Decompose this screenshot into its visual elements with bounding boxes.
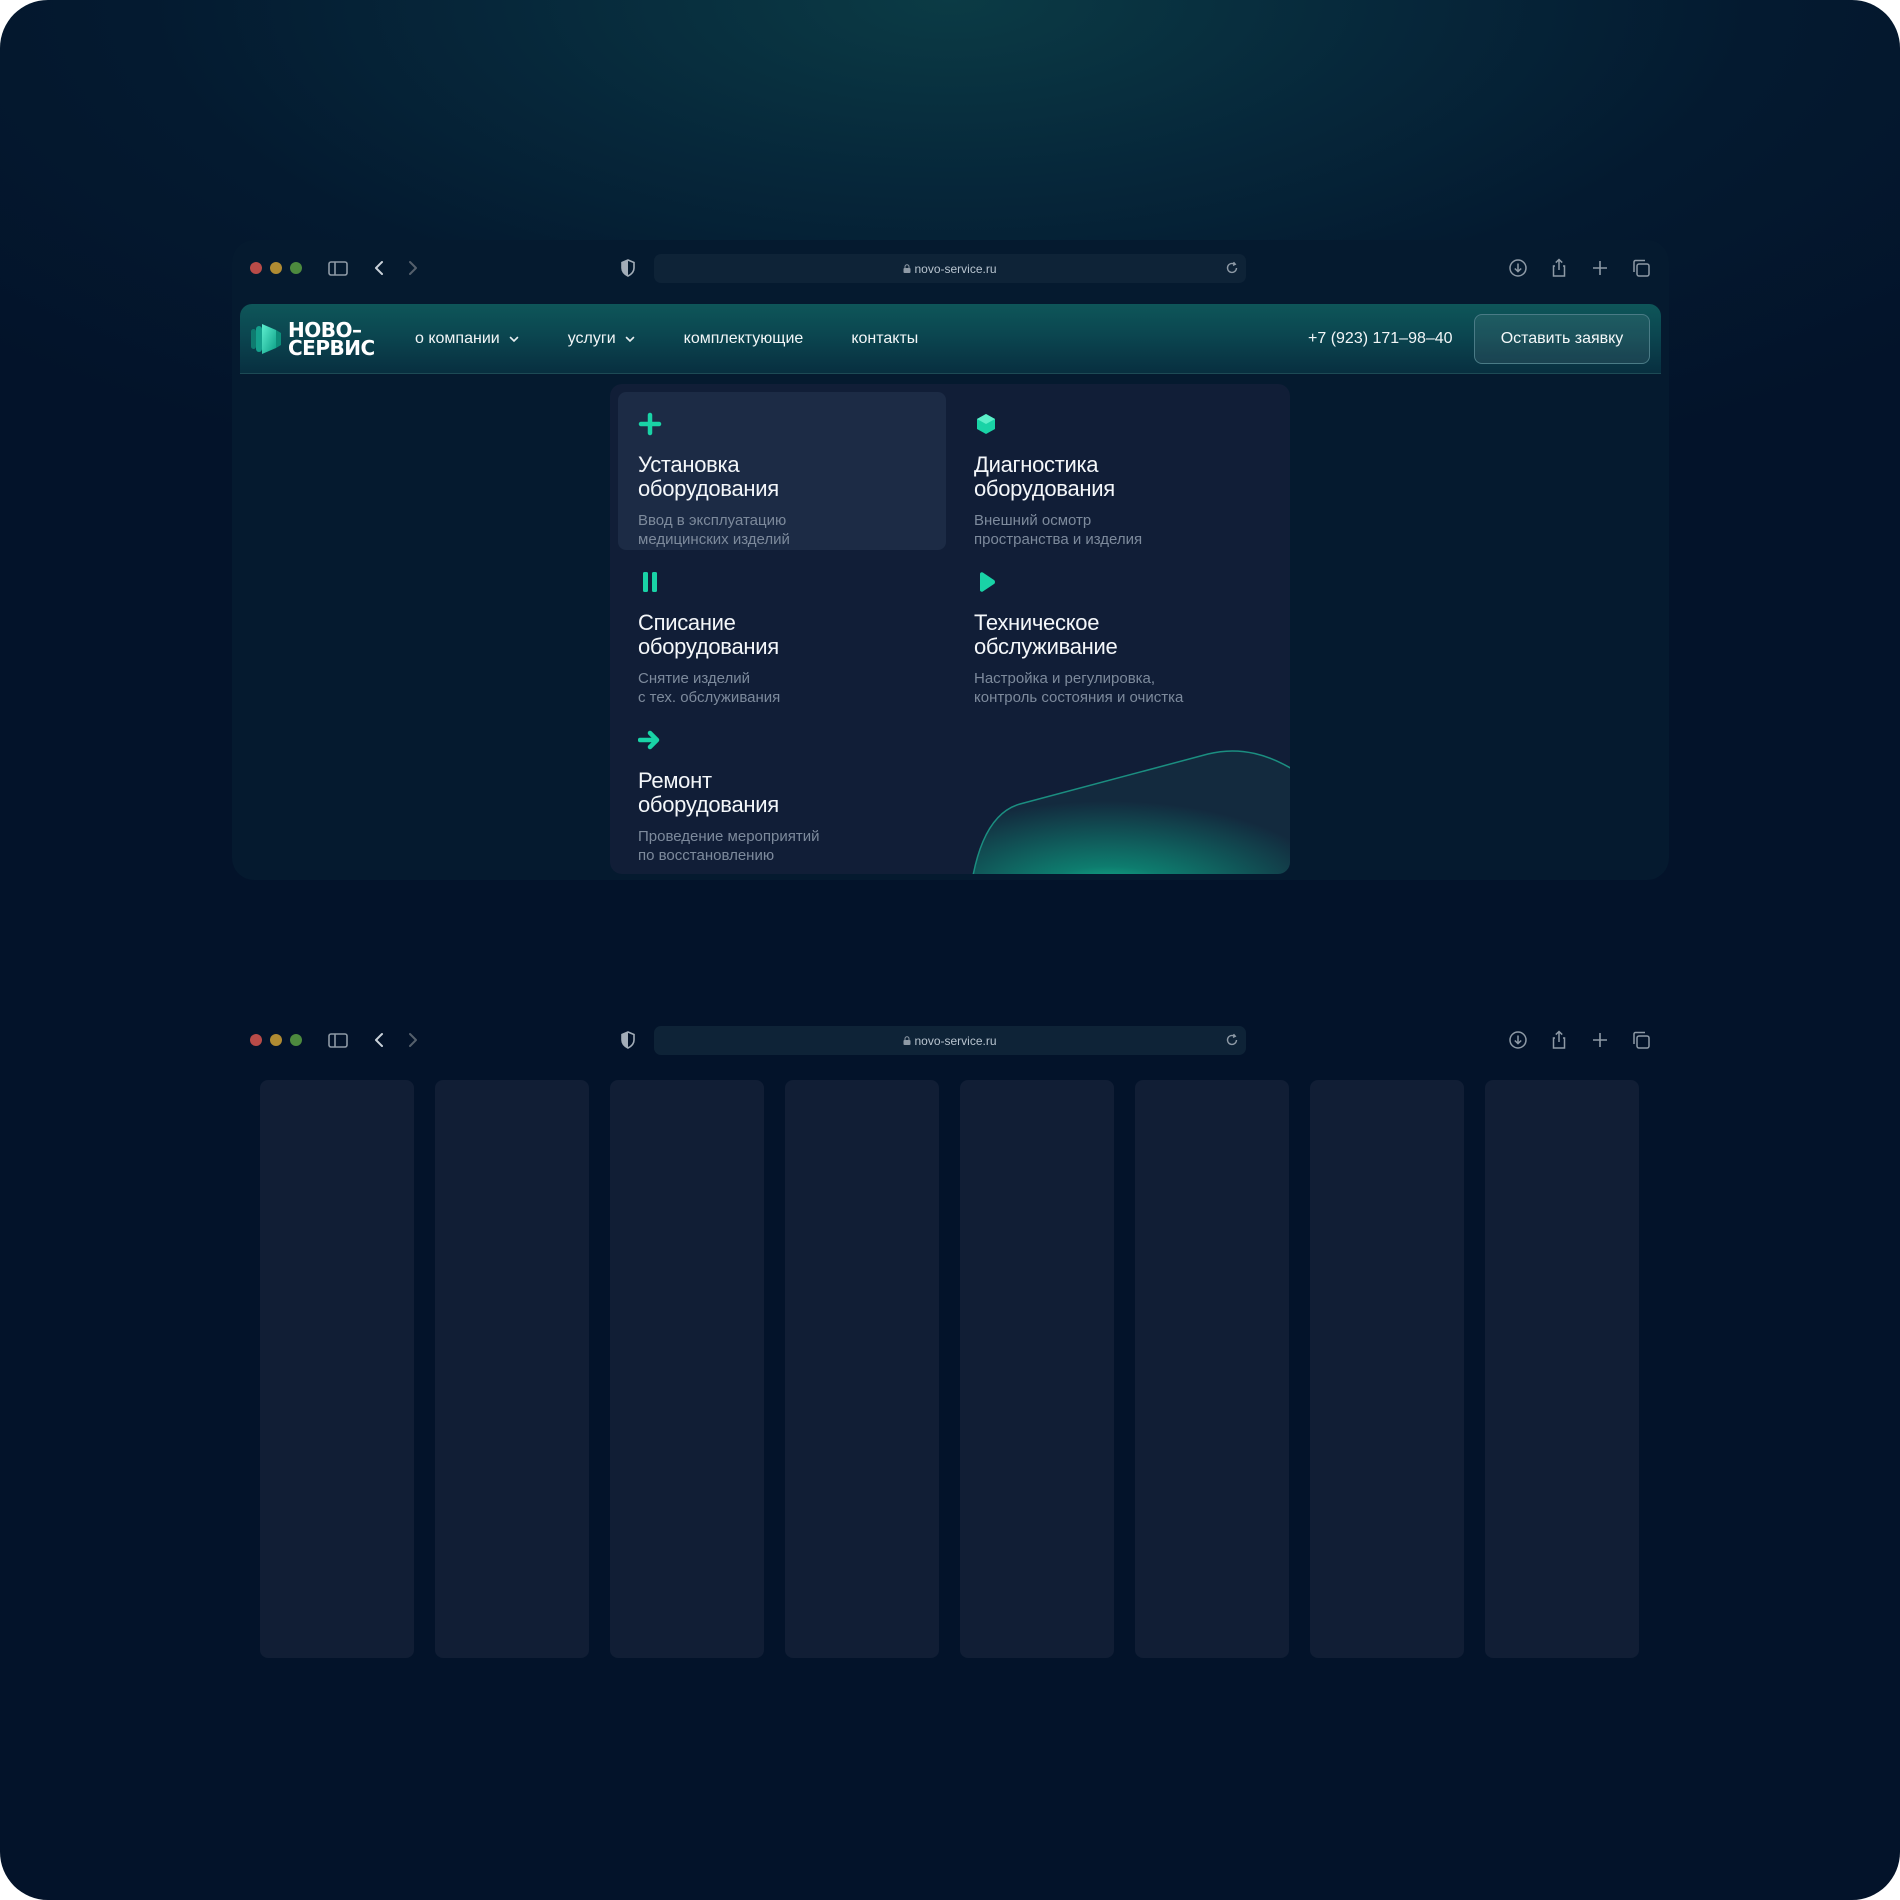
placeholder-card [1135,1080,1289,1658]
close-window-button[interactable] [250,262,262,274]
browser-toolbar: novo-service.ru [232,240,1669,296]
address-bar[interactable]: novo-service.ru [654,1026,1246,1055]
logo-mark-icon [251,324,281,354]
nav-item-label: услуги [567,330,616,347]
services-dropdown: Установка оборудования Ввод в эксплуатаци… [610,384,1290,874]
menu-item-subtitle: с тех. обслуживания [638,689,781,706]
menu-item-diagnostics[interactable]: Диагностика оборудования Внешний осмотр пр… [954,392,1282,550]
shield-icon[interactable] [616,256,640,280]
browser-window-services-menu: novo-service.ru НОВО– СЕРВИС о компании … [232,240,1669,880]
back-icon[interactable] [368,1028,392,1052]
chevron-down-icon [625,336,634,343]
menu-item-title: Диагностика [974,452,1099,477]
main-nav: о компании услуги комплектующие контакты [415,304,966,374]
placeholder-card [260,1080,414,1658]
menu-item-subtitle: по восстановлению [638,847,775,864]
menu-item-subtitle: Внешний осмотр [974,512,1092,529]
address-url: novo-service.ru [914,1033,997,1048]
placeholder-card [1485,1080,1639,1658]
site-header: НОВО– СЕРВИС о компании услуги комплекту… [240,304,1661,374]
sidebar-toggle-icon[interactable] [326,1028,350,1052]
zoom-window-button[interactable] [290,262,302,274]
menu-item-title: обслуживание [974,634,1118,659]
placeholder-card-grid [260,1080,1652,1658]
desktop-background: novo-service.ru НОВО– СЕРВИС о компании … [0,0,1900,1900]
nav-item-contacts[interactable]: контакты [851,330,918,348]
minimize-window-button[interactable] [270,262,282,274]
nav-item-about[interactable]: о компании [415,330,520,348]
lock-icon [903,1036,911,1045]
chevron-down-icon [509,336,519,343]
download-icon[interactable] [1506,1028,1530,1052]
menu-item-title: оборудования [974,476,1115,501]
logo[interactable]: НОВО– СЕРВИС [250,318,375,360]
plus-icon [638,412,662,436]
menu-item-subtitle: пространства и изделия [974,531,1143,548]
menu-item-title: Техническое [974,610,1100,635]
menu-item-subtitle: Ввод в эксплуатацию [638,512,787,529]
hexagon-icon [977,414,995,434]
address-bar[interactable]: novo-service.ru [654,254,1246,283]
decorative-glow-shape [972,750,1290,874]
new-tab-icon[interactable] [1588,256,1612,280]
phone-link[interactable]: +7 (923) 171–98–40 [1308,304,1453,374]
menu-item-title: Установка [638,452,740,477]
placeholder-card [610,1080,764,1658]
placeholder-card [435,1080,589,1658]
nav-item-label: о компании [415,330,500,347]
close-window-button[interactable] [250,1034,262,1046]
sidebar-toggle-icon[interactable] [326,256,350,280]
minimize-window-button[interactable] [270,1034,282,1046]
reload-icon[interactable] [1224,260,1240,276]
tab-overview-icon[interactable] [1629,256,1653,280]
back-icon[interactable] [368,256,392,280]
menu-item-title: Ремонт [638,768,712,793]
nav-item-services[interactable]: услуги [568,330,636,348]
request-button[interactable]: Оставить заявку [1474,314,1650,364]
share-icon[interactable] [1547,1028,1571,1052]
new-tab-icon[interactable] [1588,1028,1612,1052]
placeholder-card [960,1080,1114,1658]
menu-item-subtitle: Снятие изделий [638,670,751,687]
menu-item-maintenance[interactable]: Техническое обслуживание Настройка и регу… [954,550,1282,708]
browser-window-placeholder: novo-service.ru [232,1012,1669,1678]
browser-toolbar: novo-service.ru [232,1012,1669,1068]
share-icon[interactable] [1547,256,1571,280]
placeholder-card [1310,1080,1464,1658]
menu-item-title: Списание [638,610,736,635]
menu-item-subtitle: Настройка и регулировка, [974,670,1156,687]
menu-item-decommission[interactable]: Списание оборудования Снятие изделий с тех… [618,550,946,708]
menu-item-repair[interactable]: Ремонт оборудования Проведение мероприяти… [618,708,946,866]
placeholder-card [785,1080,939,1658]
menu-item-installation[interactable]: Установка оборудования Ввод в эксплуатаци… [618,392,946,550]
pause-icon [643,572,657,592]
shield-icon[interactable] [616,1028,640,1052]
forward-icon[interactable] [400,256,424,280]
menu-item-title: оборудования [638,476,779,501]
download-icon[interactable] [1506,256,1530,280]
nav-item-label: контакты [851,330,919,347]
menu-item-title: оборудования [638,792,779,817]
address-url: novo-service.ru [914,261,997,276]
menu-item-title: оборудования [638,634,779,659]
menu-item-subtitle: Проведение мероприятий [638,828,820,845]
tab-overview-icon[interactable] [1629,1028,1653,1052]
nav-item-label: комплектующие [683,330,804,347]
reload-icon[interactable] [1224,1032,1240,1048]
lock-icon [903,264,911,273]
arrow-right-icon [637,730,660,750]
menu-item-subtitle: медицинских изделий [638,531,790,548]
forward-icon[interactable] [400,1028,424,1052]
logo-text-line2: СЕРВИС [288,336,375,360]
menu-item-subtitle: контроль состояния и очистка [974,689,1184,706]
zoom-window-button[interactable] [290,1034,302,1046]
nav-item-components[interactable]: комплектующие [684,330,804,348]
play-icon [980,572,995,592]
